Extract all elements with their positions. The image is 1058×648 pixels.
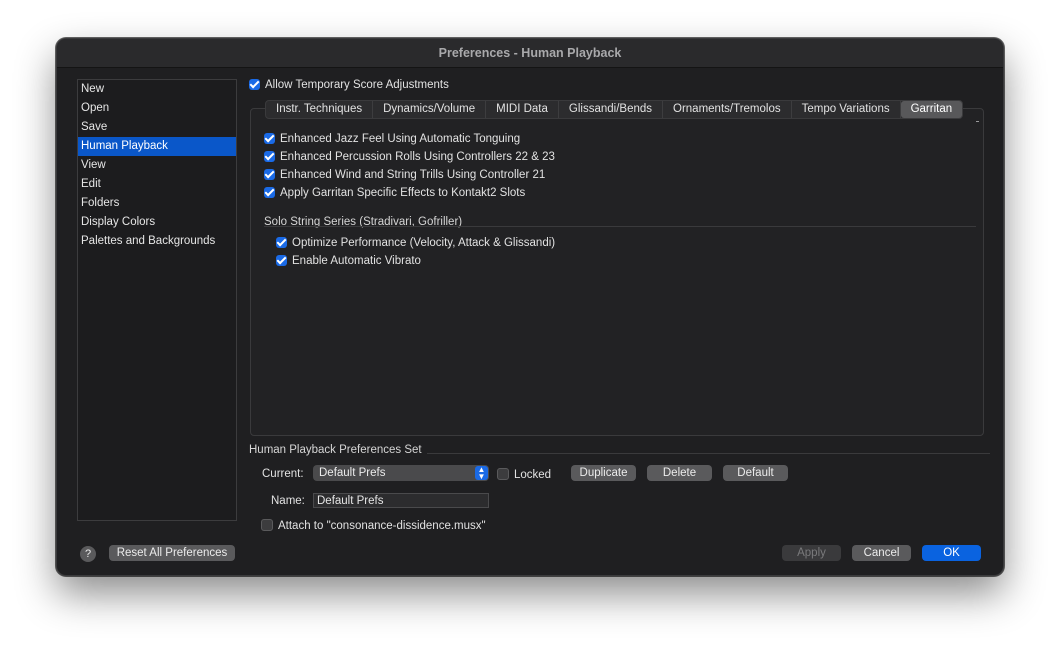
sidebar-item-save[interactable]: Save <box>78 118 236 137</box>
preferences-window: Preferences - Human Playback New Open Sa… <box>56 38 1004 576</box>
garritan-option-percussion-rolls[interactable]: Enhanced Percussion Rolls Using Controll… <box>264 151 555 163</box>
sidebar-item-view[interactable]: View <box>78 156 236 175</box>
garritan-option-label: Enhanced Wind and String Trills Using Co… <box>280 169 546 181</box>
tab-ornaments-tremolos[interactable]: Ornaments/Tremolos <box>663 101 792 118</box>
reset-all-preferences-button[interactable]: Reset All Preferences <box>109 545 235 561</box>
attach-label: Attach to "consonance-dissidence.musx" <box>278 520 486 532</box>
allow-adjustments-label: Allow Temporary Score Adjustments <box>265 79 449 91</box>
sidebar-item-edit[interactable]: Edit <box>78 175 236 194</box>
tab-glissandi-bends[interactable]: Glissandi/Bends <box>559 101 664 118</box>
garritan-option-label: Enhanced Percussion Rolls Using Controll… <box>280 151 555 163</box>
ok-button[interactable]: OK <box>922 545 981 561</box>
tab-bar: Instr. Techniques Dynamics/Volume MIDI D… <box>265 100 964 119</box>
tab-dynamics-volume[interactable]: Dynamics/Volume <box>373 101 487 118</box>
garritan-option-label: Enhanced Jazz Feel Using Automatic Tongu… <box>280 133 521 145</box>
current-prefs-select[interactable]: Default Prefs ▲ ▼ <box>313 465 489 481</box>
delete-button[interactable]: Delete <box>647 465 712 481</box>
garritan-option-trills[interactable]: Enhanced Wind and String Trills Using Co… <box>264 169 545 181</box>
solo-option-label: Optimize Performance (Velocity, Attack &… <box>292 237 556 249</box>
checkbox-checked-icon[interactable] <box>276 237 287 248</box>
solo-option-label: Enable Automatic Vibrato <box>292 255 421 267</box>
checkbox-checked-icon[interactable] <box>276 255 287 266</box>
checkbox-checked-icon[interactable] <box>264 151 275 162</box>
default-button[interactable]: Default <box>723 465 788 481</box>
garritan-option-jazz-feel[interactable]: Enhanced Jazz Feel Using Automatic Tongu… <box>264 133 520 145</box>
name-field[interactable]: Default Prefs <box>313 493 489 508</box>
garritan-option-label: Apply Garritan Specific Effects to Konta… <box>280 187 526 199</box>
cancel-button[interactable]: Cancel <box>852 545 911 561</box>
tab-instr-techniques[interactable]: Instr. Techniques <box>266 101 374 118</box>
allow-adjustments-checkbox[interactable]: Allow Temporary Score Adjustments <box>249 79 449 91</box>
checkbox-unchecked-icon[interactable] <box>497 468 509 480</box>
tab-tempo-variations[interactable]: Tempo Variations <box>792 101 901 118</box>
scroll-indicator <box>976 121 979 122</box>
prefs-set-divider <box>427 453 990 454</box>
sidebar-item-new[interactable]: New <box>78 80 236 99</box>
preferences-sidebar: New Open Save Human Playback View Edit F… <box>77 79 237 521</box>
attach-checkbox[interactable]: Attach to "consonance-dissidence.musx" <box>261 519 486 532</box>
checkbox-checked-icon[interactable] <box>264 133 275 144</box>
tab-garritan[interactable]: Garritan <box>900 101 963 118</box>
locked-label: Locked <box>514 469 552 481</box>
solo-option-vibrato[interactable]: Enable Automatic Vibrato <box>276 255 421 267</box>
current-prefs-value: Default Prefs <box>319 467 386 479</box>
checkbox-checked-icon[interactable] <box>264 169 275 180</box>
solo-option-optimize[interactable]: Optimize Performance (Velocity, Attack &… <box>276 237 555 249</box>
tab-midi-data[interactable]: MIDI Data <box>486 101 559 118</box>
checkbox-checked-icon[interactable] <box>264 187 275 198</box>
garritan-option-kontakt2[interactable]: Apply Garritan Specific Effects to Konta… <box>264 187 525 199</box>
chevron-updown-icon: ▲ ▼ <box>475 466 488 481</box>
checkbox-checked-icon[interactable] <box>249 79 260 90</box>
sidebar-item-human-playback[interactable]: Human Playback <box>78 137 236 156</box>
sidebar-item-open[interactable]: Open <box>78 99 236 118</box>
window-title: Preferences - Human Playback <box>57 39 1003 68</box>
duplicate-button[interactable]: Duplicate <box>571 465 636 481</box>
solo-strings-divider <box>264 226 976 227</box>
apply-button[interactable]: Apply <box>782 545 841 561</box>
current-label: Current: <box>262 468 304 480</box>
prefs-set-heading: Human Playback Preferences Set <box>249 444 422 456</box>
checkbox-unchecked-icon[interactable] <box>261 519 273 531</box>
locked-checkbox[interactable]: Locked <box>497 468 551 481</box>
sidebar-item-display-colors[interactable]: Display Colors <box>78 213 236 232</box>
sidebar-item-folders[interactable]: Folders <box>78 194 236 213</box>
name-label: Name: <box>271 495 305 507</box>
help-button[interactable]: ? <box>80 546 96 562</box>
sidebar-item-palettes-backgrounds[interactable]: Palettes and Backgrounds <box>78 232 236 251</box>
